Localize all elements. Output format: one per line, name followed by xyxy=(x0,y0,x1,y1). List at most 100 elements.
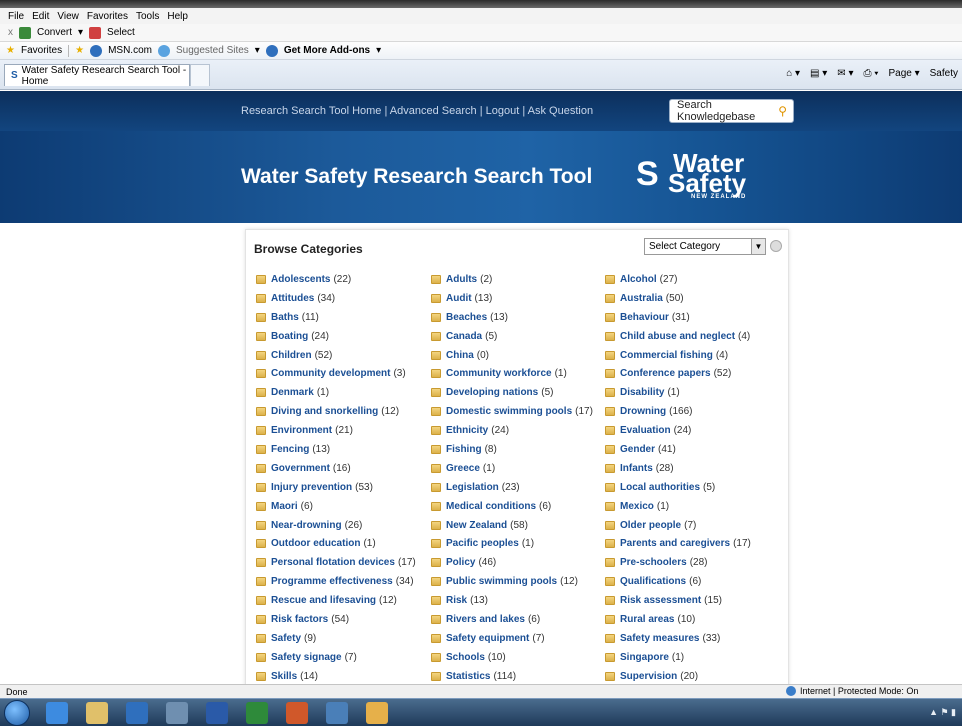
category-item[interactable]: Alcohol (27) xyxy=(605,270,780,289)
category-link[interactable]: Parents and caregivers xyxy=(620,538,730,549)
select-arrow-icon[interactable]: ▼ xyxy=(751,239,765,254)
category-link[interactable]: Statistics xyxy=(446,671,490,682)
category-item[interactable]: Denmark (1) xyxy=(256,383,431,402)
category-link[interactable]: Programme effectiveness xyxy=(271,576,393,587)
category-link[interactable]: Domestic swimming pools xyxy=(446,406,572,417)
category-item[interactable]: Australia (50) xyxy=(605,289,780,308)
category-link[interactable]: Commercial fishing xyxy=(620,350,713,361)
category-link[interactable]: Denmark xyxy=(271,387,314,398)
category-link[interactable]: Local authorities xyxy=(620,482,700,493)
category-item[interactable]: Pacific peoples (1) xyxy=(431,534,605,553)
category-item[interactable]: Fencing (13) xyxy=(256,440,431,459)
get-addons-link[interactable]: Get More Add-ons xyxy=(284,45,370,56)
category-link[interactable]: Medical conditions xyxy=(446,501,536,512)
category-link[interactable]: Attitudes xyxy=(271,293,314,304)
category-link[interactable]: Drowning xyxy=(620,406,666,417)
ie-taskbar-icon[interactable] xyxy=(46,702,68,724)
category-item[interactable]: Skills (14) xyxy=(256,667,431,684)
category-item[interactable]: Drowning (166) xyxy=(605,402,780,421)
category-item[interactable]: Safety (9) xyxy=(256,629,431,648)
category-item[interactable]: Attitudes (34) xyxy=(256,289,431,308)
category-item[interactable]: Developing nations (5) xyxy=(431,383,605,402)
category-item[interactable]: China (0) xyxy=(431,346,605,365)
category-item[interactable]: Infants (28) xyxy=(605,459,780,478)
category-item[interactable]: Risk (13) xyxy=(431,591,605,610)
nav-home-link[interactable]: Research Search Tool Home xyxy=(241,105,381,117)
category-link[interactable]: Near-drowning xyxy=(271,520,342,531)
convert-button[interactable]: Convert xyxy=(37,27,72,38)
menu-edit[interactable]: Edit xyxy=(32,11,49,22)
system-tray[interactable]: ▲ ⚑ ▮ xyxy=(929,707,956,718)
category-link[interactable]: Safety measures xyxy=(620,633,700,644)
category-link[interactable]: Rural areas xyxy=(620,614,674,625)
menu-view[interactable]: View xyxy=(57,11,79,22)
category-link[interactable]: Government xyxy=(271,463,330,474)
category-link[interactable]: Australia xyxy=(620,293,663,304)
category-item[interactable]: Mexico (1) xyxy=(605,497,780,516)
category-item[interactable]: Baths (11) xyxy=(256,308,431,327)
safety-menu[interactable]: Safety xyxy=(930,68,958,79)
category-link[interactable]: Rivers and lakes xyxy=(446,614,525,625)
category-link[interactable]: Pacific peoples xyxy=(446,538,519,549)
category-link[interactable]: Ethnicity xyxy=(446,425,488,436)
category-item[interactable]: Qualifications (6) xyxy=(605,572,780,591)
category-link[interactable]: Rescue and lifesaving xyxy=(271,595,376,606)
menu-tools[interactable]: Tools xyxy=(136,11,159,22)
category-link[interactable]: Personal flotation devices xyxy=(271,557,395,568)
category-item[interactable]: Child abuse and neglect (4) xyxy=(605,327,780,346)
category-item[interactable]: Risk assessment (15) xyxy=(605,591,780,610)
new-tab-button[interactable] xyxy=(190,64,210,86)
category-item[interactable]: Legislation (23) xyxy=(431,478,605,497)
category-item[interactable]: Pre-schoolers (28) xyxy=(605,553,780,572)
category-item[interactable]: Adults (2) xyxy=(431,270,605,289)
category-link[interactable]: Safety signage xyxy=(271,652,342,663)
category-link[interactable]: Community workforce xyxy=(446,368,552,379)
category-link[interactable]: Pre-schoolers xyxy=(620,557,687,568)
nav-advanced-search-link[interactable]: Advanced Search xyxy=(390,105,477,117)
menu-file[interactable]: File xyxy=(8,11,24,22)
category-item[interactable]: Outdoor education (1) xyxy=(256,534,431,553)
category-link[interactable]: Risk factors xyxy=(271,614,328,625)
category-link[interactable]: Policy xyxy=(446,557,475,568)
category-link[interactable]: Infants xyxy=(620,463,653,474)
category-item[interactable]: Greece (1) xyxy=(431,459,605,478)
category-item[interactable]: Beaches (13) xyxy=(431,308,605,327)
menu-favorites[interactable]: Favorites xyxy=(87,11,128,22)
tab-home[interactable]: S Water Safety Research Search Tool - Ho… xyxy=(4,64,190,87)
category-item[interactable]: Ethnicity (24) xyxy=(431,421,605,440)
category-link[interactable]: Diving and snorkelling xyxy=(271,406,378,417)
category-link[interactable]: Disability xyxy=(620,387,664,398)
excel-taskbar-icon[interactable] xyxy=(246,702,268,724)
category-item[interactable]: Environment (21) xyxy=(256,421,431,440)
category-item[interactable]: Audit (13) xyxy=(431,289,605,308)
category-item[interactable]: Local authorities (5) xyxy=(605,478,780,497)
category-item[interactable]: Conference papers (52) xyxy=(605,364,780,383)
suggested-dropdown-icon[interactable]: ▾ xyxy=(255,45,260,56)
category-link[interactable]: Risk xyxy=(446,595,467,606)
category-item[interactable]: Public swimming pools (12) xyxy=(431,572,605,591)
category-item[interactable]: Adolescents (22) xyxy=(256,270,431,289)
search-knowledgebase-input[interactable]: Search Knowledgebase ⚲ xyxy=(669,99,794,123)
favorites-button[interactable]: Favorites xyxy=(21,45,62,56)
category-link[interactable]: Adolescents xyxy=(271,274,330,285)
category-link[interactable]: Outdoor education xyxy=(271,538,360,549)
category-item[interactable]: Children (52) xyxy=(256,346,431,365)
category-item[interactable]: Safety signage (7) xyxy=(256,648,431,667)
category-link[interactable]: Child abuse and neglect xyxy=(620,331,735,342)
category-link[interactable]: Older people xyxy=(620,520,681,531)
start-button[interactable] xyxy=(4,700,30,726)
nav-ask-question-link[interactable]: Ask Question xyxy=(528,105,593,117)
category-link[interactable]: China xyxy=(446,350,474,361)
category-link[interactable]: Safety equipment xyxy=(446,633,529,644)
category-link[interactable]: Maori xyxy=(271,501,298,512)
category-link[interactable]: Canada xyxy=(446,331,482,342)
category-item[interactable]: Singapore (1) xyxy=(605,648,780,667)
explorer-taskbar-icon[interactable] xyxy=(86,702,108,724)
category-item[interactable]: Rivers and lakes (6) xyxy=(431,610,605,629)
category-link[interactable]: Mexico xyxy=(620,501,654,512)
category-link[interactable]: Beaches xyxy=(446,312,487,323)
category-item[interactable]: Parents and caregivers (17) xyxy=(605,534,780,553)
category-link[interactable]: Evaluation xyxy=(620,425,671,436)
home-icon[interactable]: ⌂ ▾ xyxy=(786,68,800,79)
category-link[interactable]: Greece xyxy=(446,463,480,474)
